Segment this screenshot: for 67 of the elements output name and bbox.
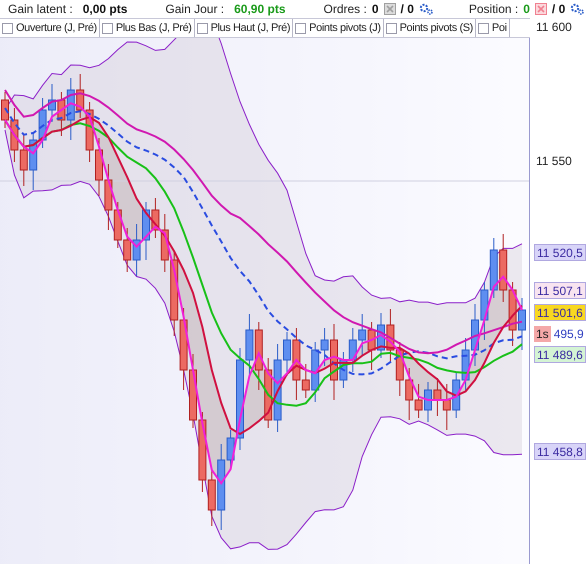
checkbox[interactable]: [102, 22, 113, 34]
axis-tick-label: 11 550: [536, 154, 572, 168]
checkbox[interactable]: [2, 22, 13, 34]
tab-label: Points pivots (S): [400, 22, 473, 34]
candlestick: [490, 238, 498, 298]
checkbox[interactable]: [478, 22, 489, 34]
candlestick: [132, 224, 141, 276]
indicator-tab[interactable]: Poi: [476, 19, 510, 37]
checkbox[interactable]: [295, 22, 306, 34]
checkbox[interactable]: [386, 22, 397, 34]
candlestick: [104, 164, 112, 230]
stat-value: 0,00 pts: [82, 2, 128, 16]
tab-label: Plus Haut (J, Pré): [210, 22, 290, 34]
tab-label: Ouverture (J, Pré): [16, 22, 97, 34]
candlestick: [348, 328, 357, 372]
gear-icon[interactable]: [570, 3, 584, 15]
indicator-tab[interactable]: Points pivots (S): [384, 19, 476, 37]
candlestick: [480, 282, 488, 340]
candlestick: [368, 322, 376, 370]
indicator-tab[interactable]: Ouverture (J, Pré): [0, 19, 100, 37]
counter-label: Position :: [468, 2, 518, 16]
checkbox[interactable]: [196, 22, 208, 34]
indicator-tab[interactable]: Plus Haut (J, Pré): [194, 19, 294, 37]
candlestick: [386, 308, 394, 362]
candlestick: [38, 98, 47, 148]
candlestick: [462, 338, 470, 392]
candlestick: [86, 102, 94, 162]
candlestick: [442, 384, 451, 430]
gear-icon[interactable]: [418, 3, 433, 15]
candlestick: [57, 92, 66, 136]
tab-label: Points pivots (J): [309, 22, 381, 34]
candlestick: [264, 358, 272, 428]
price-tag: 11 507,1: [534, 282, 586, 299]
candlestick: [76, 74, 84, 118]
stat-label: Gain latent :: [8, 2, 73, 16]
counter-value: 0: [523, 2, 530, 16]
candlestick: [508, 282, 517, 346]
candlestick: [20, 134, 28, 186]
candlestick: [114, 202, 122, 248]
counter-total: / 0: [400, 2, 414, 16]
indicator-tab[interactable]: Plus Bas (J, Pré): [100, 19, 195, 37]
tab-label: Plus Bas (J, Pré): [116, 22, 192, 34]
candlestick: [452, 372, 460, 418]
stat-label: Gain Jour :: [165, 2, 224, 16]
cancel-icon[interactable]: [384, 3, 396, 15]
candlestick: [396, 342, 404, 396]
axis-tick-label: 11 600: [536, 20, 572, 34]
price-tag: 11 520,5: [534, 244, 586, 261]
candlestick: [433, 378, 442, 416]
counter-total: / 0: [552, 2, 566, 16]
price-tag: 11 458,8: [534, 443, 586, 460]
price-tag: 11 501,6: [534, 304, 586, 321]
timer-badge: 1s: [534, 326, 551, 342]
candlestick: [499, 234, 508, 302]
candlestick: [66, 78, 75, 140]
price-value: 495,9: [554, 327, 584, 341]
candlestick: [123, 228, 132, 272]
counter-value: 0: [372, 2, 379, 16]
tab-label: Poi: [492, 22, 507, 34]
cancel-icon[interactable]: [534, 3, 547, 15]
price-tag: 11 489,6: [534, 346, 586, 363]
counter-label: Ordres :: [324, 2, 367, 16]
indicator-tab[interactable]: Points pivots (J): [293, 19, 384, 37]
candlestick: [358, 314, 366, 356]
candlestick: [29, 132, 38, 190]
stat-value: 60,90 pts: [234, 2, 286, 16]
candlestick: [254, 322, 263, 390]
